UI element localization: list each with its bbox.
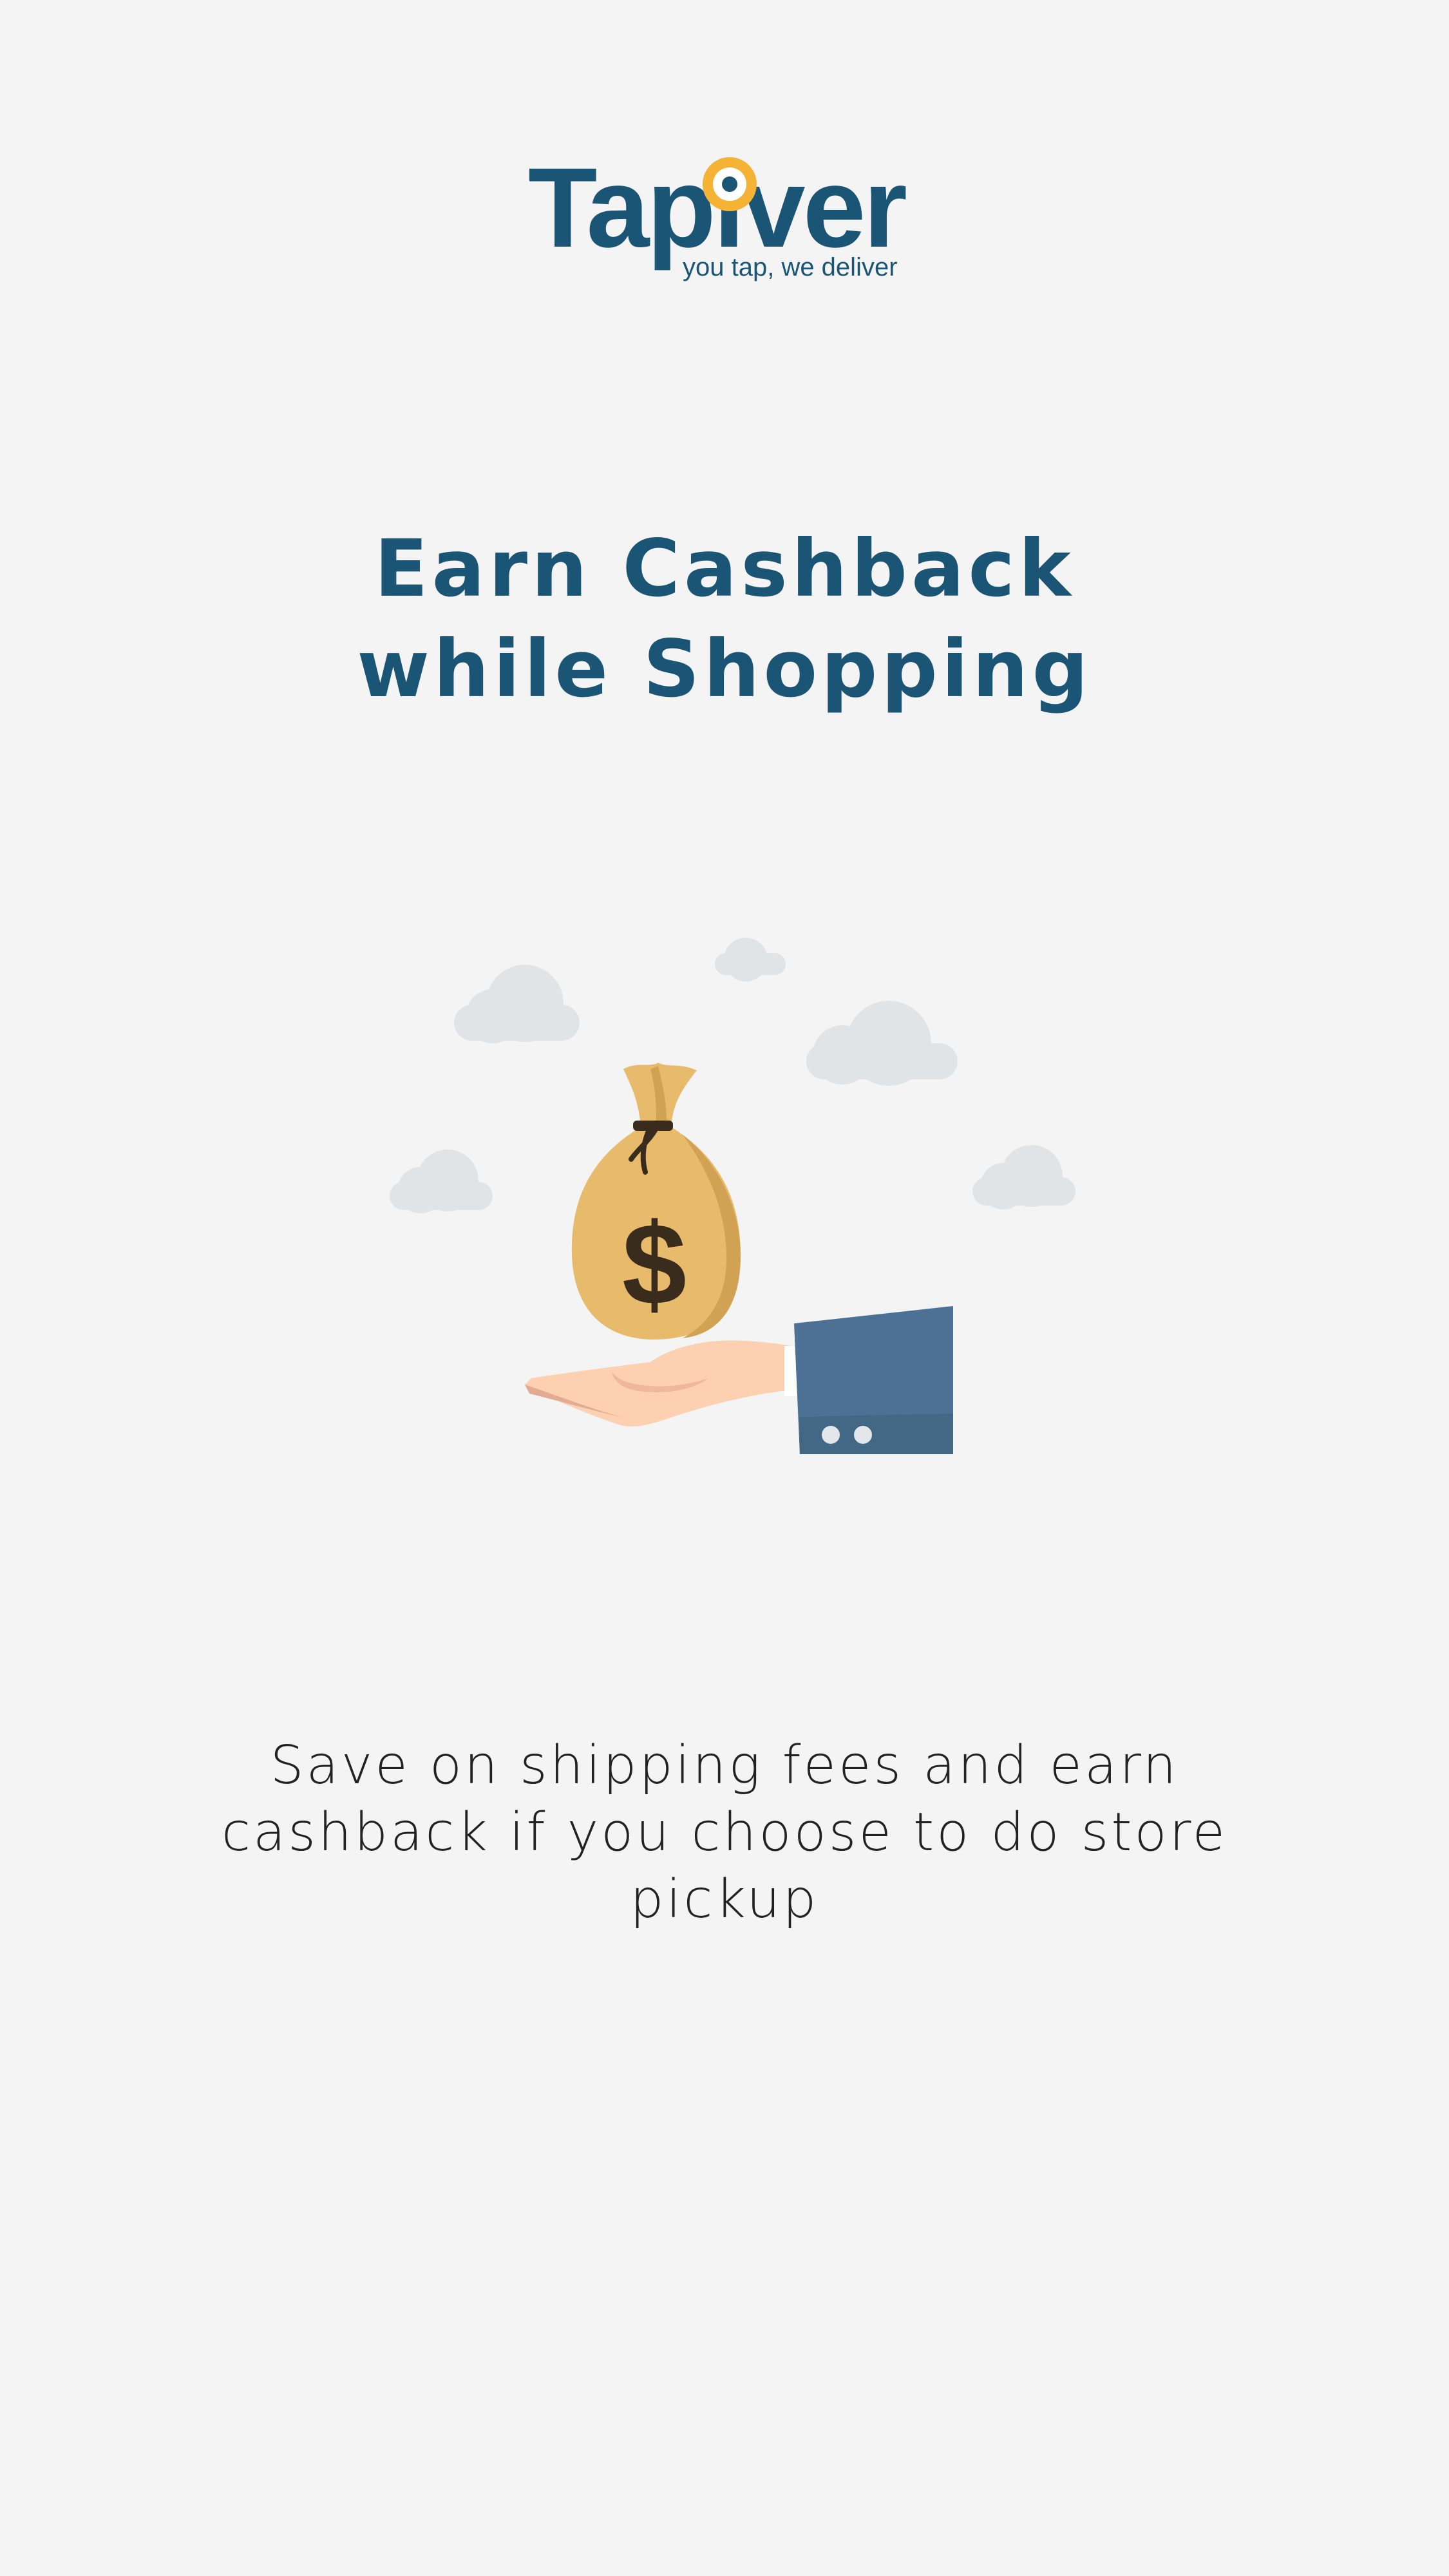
- onboarding-description: Save on shipping fees and earn cashback …: [221, 1735, 1228, 1930]
- dollar-sign: $: [622, 1200, 687, 1329]
- cloud-icon: [972, 1145, 1075, 1209]
- tapiver-logo: Tapiver you tap, we deliver: [528, 151, 927, 293]
- money-bag-on-hand-icon: $: [390, 938, 1075, 1454]
- cloud-icon: [806, 1001, 958, 1086]
- sleeve-icon: [794, 1306, 953, 1454]
- cloud-icon: [454, 965, 580, 1043]
- headline-line-2: while Shopping: [357, 623, 1092, 715]
- cloud-icon: [390, 1150, 493, 1213]
- onboarding-headline: Earn Cashback while Shopping: [0, 518, 1449, 719]
- onboarding-screen: Tapiver you tap, we deliver Earn Cashbac…: [0, 0, 1449, 2576]
- headline-line-1: Earn Cashback: [374, 523, 1075, 614]
- hand-icon: [525, 1340, 797, 1427]
- logo-tagline: you tap, we deliver: [683, 253, 898, 281]
- cloud-icon: [715, 938, 786, 981]
- location-pin-icon: [703, 157, 757, 211]
- money-bag-icon: $: [571, 1063, 741, 1340]
